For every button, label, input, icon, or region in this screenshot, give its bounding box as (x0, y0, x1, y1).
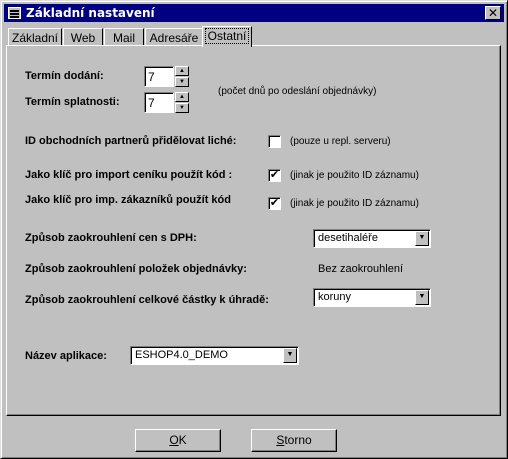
spin-up-icon[interactable]: ▲ (175, 92, 189, 102)
zaokrouhleni-cen-select[interactable]: desetihaléře ▼ (313, 229, 431, 248)
termin-dodani-spinner[interactable]: ▲ ▼ (175, 66, 189, 87)
tab-ostatni[interactable]: Ostatní (202, 26, 252, 47)
tab-mail[interactable]: Mail (104, 28, 144, 46)
termin-dodani-label: Termín dodání: (25, 70, 104, 82)
tab-zakladni[interactable]: Základní (8, 28, 62, 46)
termin-splatnosti-input[interactable]: 7 (144, 92, 174, 113)
zakaznici-kod-note: (jinak je použito ID záznamu) (290, 198, 419, 209)
id-partneru-label: ID obchodních partnerů přidělovat liché: (25, 135, 237, 147)
days-note: (počet dnů po odeslání objednávky) (218, 86, 377, 97)
zaokrouhleni-cen-label: Způsob zaokrouhlení cen s DPH: (25, 232, 197, 244)
dropdown-arrow-icon[interactable]: ▼ (283, 348, 297, 363)
zakaznici-kod-checkbox[interactable]: ✔ (268, 197, 281, 210)
cenik-kod-label: Jako klíč pro import ceníku použít kód : (25, 169, 233, 181)
termin-splatnosti-label: Termín splatnosti: (25, 96, 120, 108)
tab-adresare[interactable]: Adresáře (145, 28, 203, 46)
id-partneru-checkbox[interactable] (268, 135, 281, 148)
title-bar[interactable]: Základní nastavení ✕ (4, 4, 504, 22)
cenik-kod-checkbox[interactable]: ✔ (268, 169, 281, 182)
zaokrouhleni-polozek-label: Způsob zaokrouhlení položek objednávky: (25, 263, 247, 275)
settings-dialog: Základní nastavení ✕ Základní Web Mail A… (0, 0, 508, 459)
cenik-kod-note: (jinak je použito ID záznamu) (290, 170, 419, 181)
dropdown-arrow-icon[interactable]: ▼ (415, 290, 429, 305)
zakaznici-kod-label: Jako klíč pro imp. zákazníků použít kód (25, 194, 231, 206)
dropdown-arrow-icon[interactable]: ▼ (415, 231, 429, 246)
zaokrouhleni-polozek-value: Bez zaokrouhlení (318, 263, 403, 275)
system-menu-icon[interactable] (8, 7, 21, 19)
nazev-aplikace-label: Název aplikace: (25, 350, 107, 362)
spin-down-icon[interactable]: ▼ (175, 103, 189, 113)
zaokrouhleni-castky-label: Způsob zaokrouhlení celkové částky k úhr… (25, 294, 269, 306)
spin-down-icon[interactable]: ▼ (175, 77, 189, 87)
close-button[interactable]: ✕ (485, 6, 501, 20)
zaokrouhleni-castky-select[interactable]: koruny ▼ (313, 288, 431, 307)
window-title: Základní nastavení (26, 6, 155, 20)
termin-dodani-input[interactable]: 7 (144, 66, 174, 87)
termin-splatnosti-spinner[interactable]: ▲ ▼ (175, 92, 189, 113)
nazev-aplikace-select[interactable]: ESHOP4.0_DEMO ▼ (130, 346, 299, 365)
id-partneru-note: (pouze u repl. serveru) (290, 136, 391, 147)
ok-button[interactable]: OK (135, 429, 221, 452)
spin-up-icon[interactable]: ▲ (175, 66, 189, 76)
storno-button[interactable]: Storno (251, 429, 337, 452)
tab-web[interactable]: Web (63, 28, 103, 46)
